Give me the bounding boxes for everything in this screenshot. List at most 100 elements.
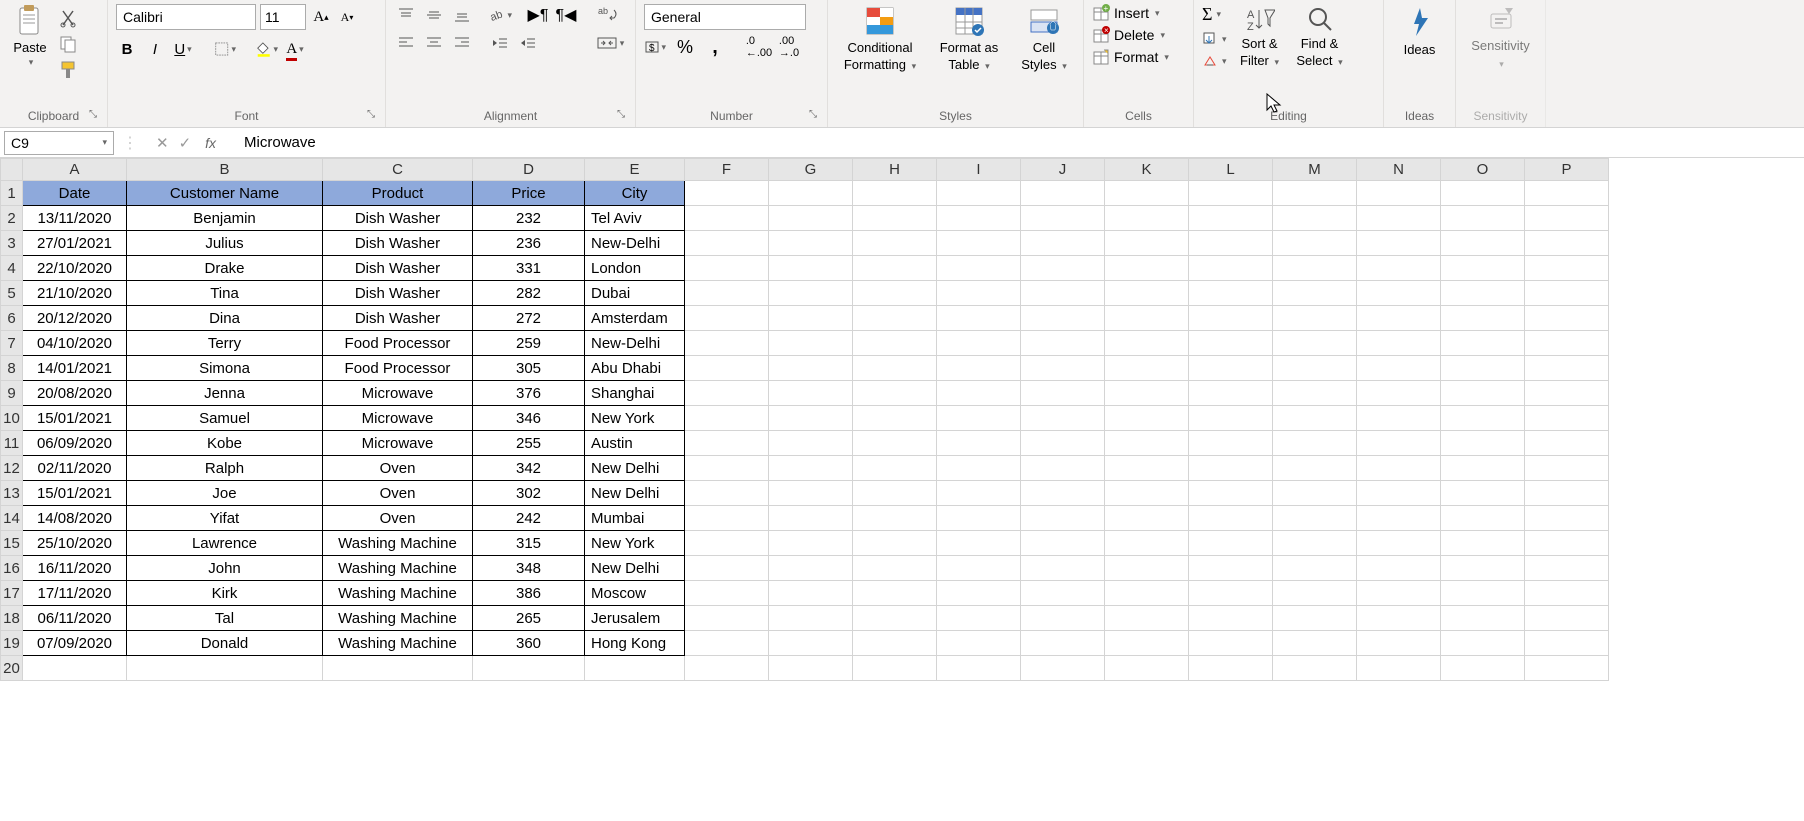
cell[interactable]: Washing Machine	[323, 606, 473, 631]
cell[interactable]: 07/09/2020	[23, 631, 127, 656]
cell[interactable]	[769, 281, 853, 306]
cell[interactable]: John	[127, 556, 323, 581]
cell[interactable]	[937, 656, 1021, 681]
cell[interactable]	[1441, 181, 1525, 206]
alignment-dialog-launcher[interactable]: ⤡	[617, 109, 631, 123]
wrap-text-button[interactable]: ab	[592, 4, 622, 26]
row-header-4[interactable]: 4	[1, 256, 23, 281]
cell[interactable]: Oven	[323, 481, 473, 506]
row-header-1[interactable]: 1	[1, 181, 23, 206]
row-header-8[interactable]: 8	[1, 356, 23, 381]
cell[interactable]	[1525, 456, 1609, 481]
cell[interactable]	[1525, 406, 1609, 431]
formula-input[interactable]: Microwave	[234, 132, 1804, 153]
cell[interactable]	[1021, 181, 1105, 206]
cell[interactable]: New Delhi	[585, 481, 685, 506]
cell[interactable]: Jenna	[127, 381, 323, 406]
cell[interactable]	[1021, 456, 1105, 481]
borders-button[interactable]: ▾	[214, 38, 236, 60]
cell[interactable]	[1441, 431, 1525, 456]
cell[interactable]	[937, 606, 1021, 631]
name-box[interactable]: C9 ▾	[4, 131, 114, 155]
cell[interactable]	[853, 181, 937, 206]
cell[interactable]	[1021, 606, 1105, 631]
cell[interactable]: 265	[473, 606, 585, 631]
cell[interactable]	[1441, 606, 1525, 631]
cell[interactable]	[1189, 356, 1273, 381]
cell[interactable]	[1357, 581, 1441, 606]
cancel-formula-button[interactable]: ✕	[156, 134, 169, 152]
cell[interactable]	[769, 481, 853, 506]
cell[interactable]	[937, 556, 1021, 581]
cell[interactable]	[937, 381, 1021, 406]
cell[interactable]: Simona	[127, 356, 323, 381]
column-header-I[interactable]: I	[937, 159, 1021, 181]
cell[interactable]	[1021, 556, 1105, 581]
underline-button[interactable]: U▾	[172, 38, 194, 60]
cell[interactable]	[1525, 181, 1609, 206]
cell[interactable]	[1525, 231, 1609, 256]
cell[interactable]	[1273, 256, 1357, 281]
cell[interactable]	[1105, 356, 1189, 381]
rtl-button[interactable]: ¶◀	[554, 4, 578, 26]
cell[interactable]: 242	[473, 506, 585, 531]
cell[interactable]	[1189, 431, 1273, 456]
cell[interactable]: Moscow	[585, 581, 685, 606]
cell[interactable]: Oven	[323, 456, 473, 481]
cell[interactable]: 331	[473, 256, 585, 281]
cell[interactable]	[1357, 306, 1441, 331]
cell[interactable]: Tel Aviv	[585, 206, 685, 231]
cell[interactable]	[769, 256, 853, 281]
cell[interactable]: Washing Machine	[323, 531, 473, 556]
cell[interactable]	[1021, 531, 1105, 556]
cell[interactable]	[1189, 381, 1273, 406]
cell[interactable]	[853, 406, 937, 431]
cell[interactable]	[769, 331, 853, 356]
conditional-formatting-button[interactable]: Conditional Formatting ▾	[836, 4, 924, 74]
cell[interactable]	[1105, 206, 1189, 231]
cell[interactable]	[1273, 181, 1357, 206]
cell[interactable]	[1273, 206, 1357, 231]
cut-icon[interactable]	[58, 8, 78, 28]
cell[interactable]	[1105, 456, 1189, 481]
cell[interactable]	[1441, 581, 1525, 606]
cell[interactable]	[323, 656, 473, 681]
font-name-combo[interactable]	[116, 4, 256, 30]
cell[interactable]: Benjamin	[127, 206, 323, 231]
cell[interactable]	[1525, 206, 1609, 231]
cell[interactable]	[937, 181, 1021, 206]
cell[interactable]	[685, 256, 769, 281]
cell[interactable]	[1105, 606, 1189, 631]
cell[interactable]	[1189, 406, 1273, 431]
cell[interactable]: Food Processor	[323, 331, 473, 356]
decrease-indent-button[interactable]	[488, 32, 512, 54]
table-header-cell[interactable]: Product	[323, 181, 473, 206]
format-painter-icon[interactable]	[58, 60, 78, 80]
cell[interactable]: Microwave	[323, 381, 473, 406]
cell[interactable]	[1357, 356, 1441, 381]
cell[interactable]	[1441, 531, 1525, 556]
cell[interactable]: 232	[473, 206, 585, 231]
cell[interactable]	[1105, 306, 1189, 331]
cell[interactable]	[1357, 281, 1441, 306]
font-size-combo[interactable]	[260, 4, 306, 30]
cell[interactable]	[1441, 206, 1525, 231]
format-cells-button[interactable]: Format▾	[1092, 48, 1169, 66]
cell[interactable]	[1273, 456, 1357, 481]
cell[interactable]	[1357, 206, 1441, 231]
cell[interactable]	[1525, 256, 1609, 281]
cell[interactable]	[1105, 506, 1189, 531]
cell[interactable]	[1105, 181, 1189, 206]
cell[interactable]	[685, 231, 769, 256]
cell[interactable]	[473, 656, 585, 681]
cell[interactable]	[685, 481, 769, 506]
cell[interactable]	[769, 531, 853, 556]
cell[interactable]	[1189, 656, 1273, 681]
cell[interactable]: Tina	[127, 281, 323, 306]
cell[interactable]	[1357, 456, 1441, 481]
cell[interactable]	[937, 281, 1021, 306]
cell[interactable]	[1525, 581, 1609, 606]
cell[interactable]: Hong Kong	[585, 631, 685, 656]
row-header-6[interactable]: 6	[1, 306, 23, 331]
cell[interactable]	[1357, 556, 1441, 581]
